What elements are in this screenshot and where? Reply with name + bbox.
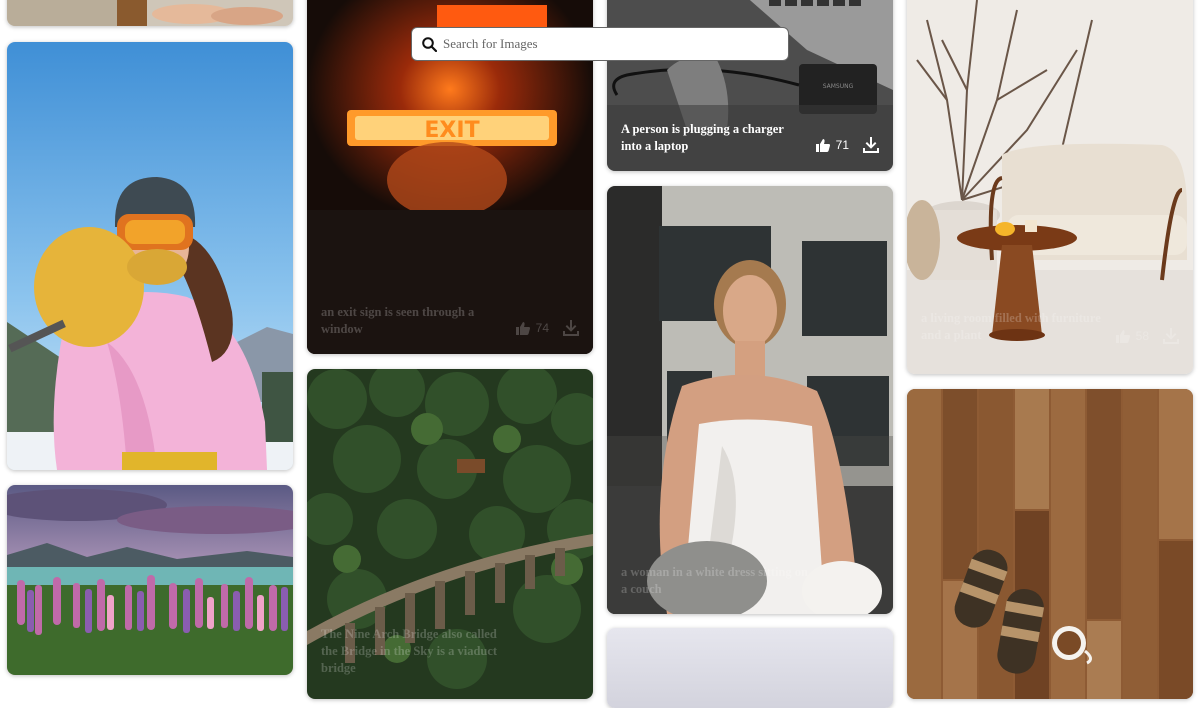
svg-text:EXIT: EXIT <box>424 118 479 143</box>
search-icon[interactable] <box>422 36 437 52</box>
card-caption: a woman in a white dress sitting on a co… <box>621 565 808 596</box>
image-card-laptop[interactable]: SAMSUNG A person is plugging a charger i… <box>607 0 893 171</box>
skier-photo <box>7 42 293 470</box>
image-card-living-room[interactable]: a living room filled with furniture and … <box>907 0 1193 374</box>
card-caption: an exit sign is seen through a window <box>321 305 475 336</box>
download-icon[interactable] <box>863 137 879 153</box>
light-photo <box>607 628 893 708</box>
image-card-lupins[interactable] <box>7 485 293 675</box>
image-card-skier[interactable] <box>7 42 293 470</box>
image-card-col1-top[interactable] <box>7 0 293 26</box>
image-card-bridge[interactable]: The Nine Arch Bridge also called the Bri… <box>307 369 593 699</box>
search-bar <box>411 27 789 61</box>
card-caption: A person is plugging a charger into a la… <box>621 122 784 153</box>
lupins-photo <box>7 485 293 675</box>
card-actions: 58 <box>1115 328 1179 344</box>
thumbs-up-icon[interactable] <box>1115 329 1130 343</box>
like-count: 58 <box>1135 329 1149 343</box>
hand-photo <box>7 0 293 26</box>
search-input[interactable] <box>443 28 788 60</box>
download-icon[interactable] <box>563 320 579 336</box>
thumbs-up-icon[interactable] <box>815 138 830 152</box>
image-card-col3-bottom[interactable] <box>607 628 893 708</box>
card-caption: a living room filled with furniture and … <box>921 311 1101 342</box>
download-icon[interactable] <box>1163 328 1179 344</box>
card-caption: The Nine Arch Bridge also called the Bri… <box>321 627 498 675</box>
woman-white-dress-photo <box>607 186 893 614</box>
card-actions: 74 <box>515 320 579 336</box>
like-count: 74 <box>535 321 549 335</box>
like-count: 71 <box>835 138 849 152</box>
svg-text:SAMSUNG: SAMSUNG <box>823 83 854 90</box>
card-actions: 71 <box>815 137 879 153</box>
thumbs-up-icon[interactable] <box>515 321 530 335</box>
image-card-floor[interactable] <box>907 389 1193 699</box>
wood-floor-sandals-photo <box>907 389 1193 699</box>
image-card-woman[interactable]: a woman in a white dress sitting on a co… <box>607 186 893 614</box>
